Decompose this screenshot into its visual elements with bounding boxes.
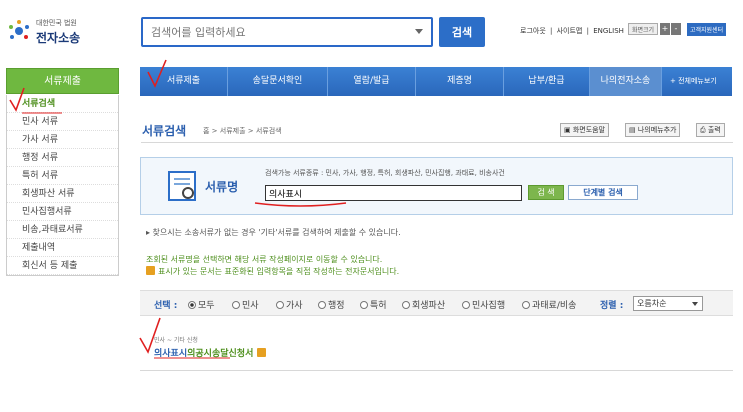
filter-bankruptcy-radio[interactable]: 회생파산	[402, 298, 445, 311]
sidebar-menu: 서류검색 민사 서류 가사 서류 행정 서류 특허 서류 회생파산 서류 민사집…	[6, 95, 119, 276]
service-name: 전자소송	[36, 31, 81, 45]
filter-family-radio[interactable]: 가사	[276, 298, 303, 311]
searchable-types-hint: 검색가능 서류종류 : 민사, 가사, 행정, 특허, 회생파산, 민사집행, …	[265, 169, 505, 177]
top-links: 로그아웃 | 사이트맵 | ENGLISH	[520, 27, 624, 35]
result-doc-link[interactable]: 의사표시의공시송달신청서	[154, 346, 269, 359]
court-name: 대한민국 법원	[36, 19, 77, 27]
filter-nc-radio[interactable]: 과태료/비송	[522, 298, 576, 311]
court-emblem-icon	[9, 20, 29, 39]
menu-icon: ▤	[629, 126, 638, 134]
print-icon: ⎙	[700, 126, 708, 134]
font-size-label: 화면크기	[628, 23, 659, 35]
filter-execution-radio[interactable]: 민사집행	[462, 298, 505, 311]
filter-admin-radio[interactable]: 행정	[318, 298, 345, 311]
chevron-down-icon[interactable]	[415, 29, 423, 34]
nav-all-menu[interactable]: + 전체메뉴보기	[662, 67, 717, 96]
english-link[interactable]: ENGLISH	[593, 27, 624, 35]
font-decrease-button[interactable]: -	[671, 23, 681, 35]
nav-payment[interactable]: 납부/환급	[504, 67, 590, 96]
global-search-button[interactable]: 검색	[439, 17, 485, 47]
add-my-menu-button[interactable]: ▤ 나의메뉴추가	[625, 123, 681, 137]
court-logo[interactable]: 대한민국 법원 전자소송	[6, 14, 116, 48]
sidebar-item-execution[interactable]: 민사집행서류	[7, 203, 118, 221]
sidebar-item-history[interactable]: 제출내역	[7, 239, 118, 257]
divider	[141, 142, 733, 143]
page-title: 서류검색	[142, 124, 187, 138]
global-search-input[interactable]	[143, 19, 403, 45]
filter-bar: 선택 : 모두 민사 가사 행정 특허 회생파산 민사집행 과태료/비송 정렬 …	[140, 290, 733, 316]
doc-name-label: 서류명	[205, 180, 239, 194]
sidebar-item-admin[interactable]: 행정 서류	[7, 149, 118, 167]
nav-doc-submit[interactable]: 서류제출	[140, 67, 228, 96]
filter-all-radio[interactable]: 모두	[188, 298, 215, 311]
sidebar-item-non-contentious[interactable]: 비송,과태료서류	[7, 221, 118, 239]
filter-patent-radio[interactable]: 특허	[360, 298, 387, 311]
global-search-box	[141, 17, 433, 47]
document-search-icon	[168, 171, 196, 201]
e-doc-note: 표시가 있는 문서는 표준화된 입력항목을 직접 작성하는 전자문서입니다.	[146, 266, 399, 277]
e-document-icon	[256, 348, 266, 357]
breadcrumb: 홈 > 서류제출 > 서류검색	[203, 127, 282, 135]
help-icon: ▣	[564, 126, 573, 134]
sidebar-item-doc-search[interactable]: 서류검색	[7, 95, 118, 113]
divider	[140, 370, 733, 371]
nav-my-litigation[interactable]: 나의전자소송	[590, 67, 662, 96]
font-increase-button[interactable]: +	[660, 23, 670, 35]
filter-civil-radio[interactable]: 민사	[232, 298, 259, 311]
step-search-button[interactable]: 단계별 검색	[568, 185, 638, 200]
sidebar-item-bankruptcy[interactable]: 회생파산 서류	[7, 185, 118, 203]
filter-label: 선택 :	[154, 301, 178, 311]
result-category: 민사 ~ 기타 신청	[154, 337, 198, 344]
help-button[interactable]: ▣ 화면도움말	[560, 123, 610, 137]
logout-link[interactable]: 로그아웃	[520, 27, 546, 35]
nav-certificate[interactable]: 제증명	[416, 67, 504, 96]
sidebar-item-family[interactable]: 가사 서류	[7, 131, 118, 149]
doc-name-input[interactable]	[265, 185, 522, 201]
select-doc-note: 조회된 서류명을 선택하면 해당 서류 작성페이지로 이동할 수 있습니다.	[146, 255, 383, 264]
sort-label: 정렬 :	[600, 301, 624, 311]
sitemap-link[interactable]: 사이트맵	[557, 27, 583, 35]
sidebar-item-reply[interactable]: 회신서 등 제출	[7, 257, 118, 275]
support-center-button[interactable]: 고객지원센터	[687, 23, 727, 36]
main-nav: 서류제출 송달문서확인 열람/발급 제증명 납부/환급 나의전자소송 + 전체메…	[140, 67, 732, 96]
e-document-icon	[146, 266, 155, 275]
print-button[interactable]: ⎙ 출력	[696, 123, 725, 137]
chevron-down-icon	[692, 302, 698, 306]
doc-search-panel: 서류명 검색가능 서류종류 : 민사, 가사, 행정, 특허, 회생파산, 민사…	[140, 157, 733, 215]
sidebar-item-patent[interactable]: 특허 서류	[7, 167, 118, 185]
nav-delivery-check[interactable]: 송달문서확인	[228, 67, 328, 96]
nav-view-issue[interactable]: 열람/발급	[328, 67, 416, 96]
sidebar-title[interactable]: 서류제출	[6, 68, 119, 94]
etc-doc-note: ▸ 찾으시는 소송서류가 없는 경우 '기타'서류를 검색하여 제출할 수 있습…	[146, 228, 401, 237]
sort-select[interactable]: 오름차순	[633, 296, 703, 311]
sidebar-item-civil[interactable]: 민사 서류	[7, 113, 118, 131]
doc-search-button[interactable]: 검 색	[528, 185, 564, 200]
